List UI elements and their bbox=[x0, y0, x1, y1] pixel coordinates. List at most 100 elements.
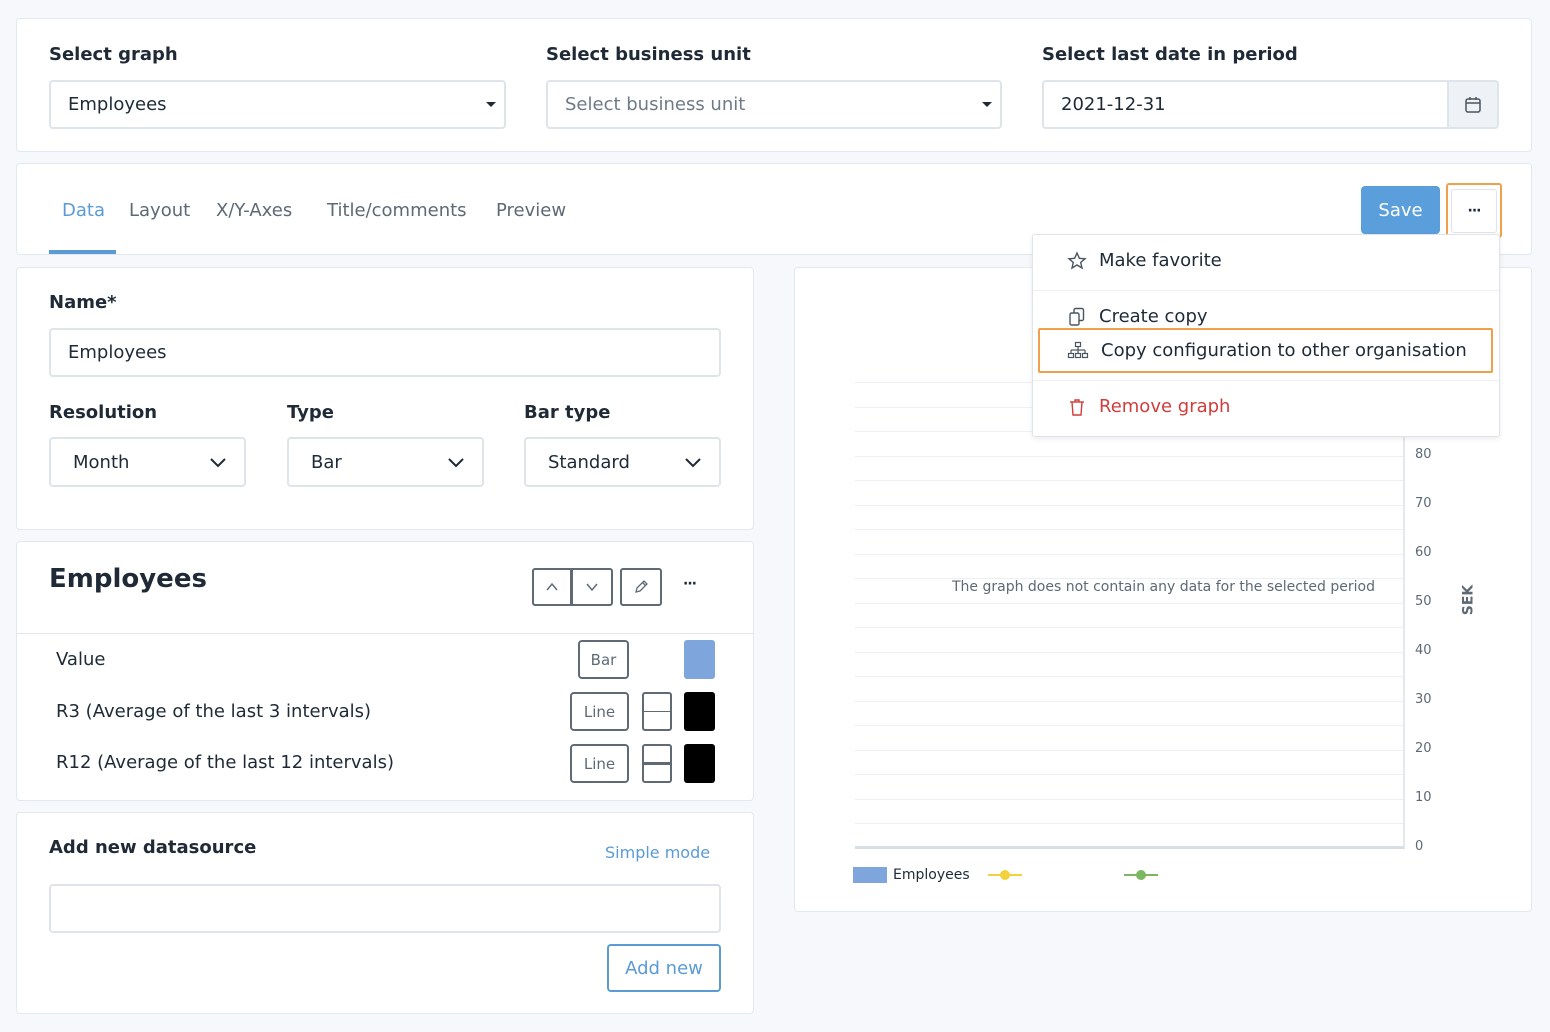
resolution-value: Month bbox=[73, 451, 130, 473]
name-input[interactable]: Employees bbox=[49, 328, 721, 377]
series-row-r12-color-swatch[interactable] bbox=[684, 744, 715, 783]
menu-divider bbox=[1033, 380, 1499, 381]
datasource-input[interactable] bbox=[49, 884, 721, 933]
series-row-r12-line-style-button[interactable] bbox=[642, 744, 672, 783]
datasource-title: Add new datasource bbox=[49, 837, 257, 858]
chart-gridline bbox=[855, 701, 1403, 702]
tab-title-comments[interactable]: Title/comments bbox=[327, 200, 467, 221]
y-tick-label: 0 bbox=[1415, 839, 1424, 854]
select-date-label: Select last date in period bbox=[1042, 44, 1298, 65]
chart-gridline bbox=[855, 627, 1403, 628]
chevron-up-icon bbox=[546, 582, 558, 591]
line-style-thick-icon bbox=[644, 762, 670, 765]
chart-gridline bbox=[855, 603, 1403, 604]
calendar-button[interactable] bbox=[1447, 80, 1499, 129]
type-value: Bar bbox=[311, 451, 342, 473]
menu-item-create-copy[interactable]: Create copy bbox=[1067, 306, 1208, 327]
menu-item-remove-graph-label: Remove graph bbox=[1099, 396, 1231, 417]
graph-settings-card bbox=[16, 267, 754, 530]
calendar-icon bbox=[1465, 96, 1481, 113]
divider bbox=[17, 633, 753, 634]
y-tick-label: 40 bbox=[1415, 643, 1432, 658]
simple-mode-link[interactable]: Simple mode bbox=[605, 843, 710, 862]
chart-y-axis-label: SEK bbox=[1460, 584, 1477, 616]
legend-line-green-dot bbox=[1136, 870, 1146, 880]
name-value: Employees bbox=[68, 342, 167, 363]
chart-gridline bbox=[855, 456, 1403, 457]
y-tick-label: 20 bbox=[1415, 741, 1432, 756]
line-style-thin-icon bbox=[644, 711, 670, 712]
menu-item-copy-configuration-label: Copy configuration to other organisation bbox=[1101, 340, 1467, 361]
chart-gridline bbox=[855, 676, 1403, 677]
chevron-down-icon bbox=[685, 458, 701, 468]
chart-gridline bbox=[855, 725, 1403, 726]
menu-item-remove-graph[interactable]: Remove graph bbox=[1067, 396, 1230, 417]
select-business-unit-placeholder: Select business unit bbox=[565, 94, 746, 115]
y-tick-label: 60 bbox=[1415, 545, 1432, 560]
series-row-r3-label: R3 (Average of the last 3 intervals) bbox=[56, 701, 372, 722]
more-options-button[interactable]: ··· bbox=[1446, 183, 1502, 238]
chart-gridline bbox=[855, 554, 1403, 555]
more-dots-icon: ··· bbox=[1467, 202, 1482, 219]
legend-line-green bbox=[1124, 870, 1158, 880]
select-graph-dropdown[interactable]: Employees bbox=[49, 80, 506, 129]
chart-gridline bbox=[855, 823, 1403, 824]
tab-active-indicator bbox=[49, 250, 116, 254]
series-row-value-type-button[interactable]: Bar bbox=[578, 640, 629, 679]
select-graph-value: Employees bbox=[68, 94, 167, 115]
series-row-value-label: Value bbox=[56, 649, 106, 670]
series-row-r3-type-button[interactable]: Line bbox=[570, 692, 629, 731]
move-up-button[interactable] bbox=[532, 568, 572, 606]
bar-type-label: Bar type bbox=[524, 402, 611, 423]
menu-item-create-copy-label: Create copy bbox=[1099, 306, 1208, 327]
legend-line-yellow bbox=[988, 870, 1022, 880]
menu-item-copy-configuration[interactable]: Copy configuration to other organisation bbox=[1067, 340, 1467, 361]
org-chart-icon bbox=[1067, 341, 1089, 358]
star-icon bbox=[1067, 250, 1087, 269]
caret-down-icon bbox=[486, 101, 496, 107]
legend-employees-swatch bbox=[853, 867, 887, 883]
series-row-r12-label: R12 (Average of the last 12 intervals) bbox=[56, 752, 394, 773]
chart-gridline bbox=[855, 529, 1403, 530]
chart-gridline bbox=[855, 799, 1403, 800]
series-row-r3-color-swatch[interactable] bbox=[684, 692, 715, 731]
copy-icon bbox=[1069, 307, 1085, 326]
menu-divider bbox=[1033, 290, 1499, 291]
chart-gridline bbox=[855, 652, 1403, 653]
series-title: Employees bbox=[49, 564, 207, 594]
tab-data[interactable]: Data bbox=[62, 200, 105, 221]
chevron-down-icon bbox=[210, 458, 226, 468]
save-button[interactable]: Save bbox=[1361, 186, 1440, 234]
chevron-down-icon bbox=[448, 458, 464, 468]
edit-series-button[interactable] bbox=[620, 568, 662, 606]
series-row-value-color-swatch[interactable] bbox=[684, 640, 715, 679]
series-row-r3-line-style-button[interactable] bbox=[642, 692, 672, 731]
select-business-unit-label: Select business unit bbox=[546, 44, 751, 65]
chart-empty-message: The graph does not contain any data for … bbox=[952, 579, 1375, 595]
tab-layout[interactable]: Layout bbox=[129, 200, 190, 221]
move-down-button[interactable] bbox=[571, 568, 613, 606]
type-label: Type bbox=[287, 402, 334, 423]
series-row-r12-type-button[interactable]: Line bbox=[570, 744, 629, 783]
legend-employees-label: Employees bbox=[893, 867, 970, 883]
chevron-down-icon bbox=[586, 583, 598, 592]
tab-axes[interactable]: X/Y-Axes bbox=[216, 200, 292, 221]
bar-type-select[interactable]: Standard bbox=[524, 437, 721, 487]
pencil-icon bbox=[635, 580, 648, 593]
y-tick-label: 50 bbox=[1415, 594, 1432, 609]
resolution-select[interactable]: Month bbox=[49, 437, 246, 487]
chart-gridline bbox=[855, 750, 1403, 751]
trash-icon bbox=[1070, 398, 1084, 416]
type-select[interactable]: Bar bbox=[287, 437, 484, 487]
select-business-unit-dropdown[interactable]: Select business unit bbox=[546, 80, 1002, 129]
select-graph-label: Select graph bbox=[49, 44, 178, 65]
series-more-button[interactable]: ··· bbox=[683, 576, 697, 592]
tab-preview[interactable]: Preview bbox=[496, 200, 566, 221]
date-value: 2021-12-31 bbox=[1061, 94, 1166, 115]
date-input[interactable]: 2021-12-31 bbox=[1042, 80, 1449, 129]
resolution-label: Resolution bbox=[49, 402, 158, 423]
add-new-button[interactable]: Add new bbox=[607, 944, 721, 992]
bar-type-value: Standard bbox=[548, 451, 630, 473]
chart-gridline bbox=[855, 774, 1403, 775]
menu-item-make-favorite[interactable]: Make favorite bbox=[1067, 250, 1222, 271]
